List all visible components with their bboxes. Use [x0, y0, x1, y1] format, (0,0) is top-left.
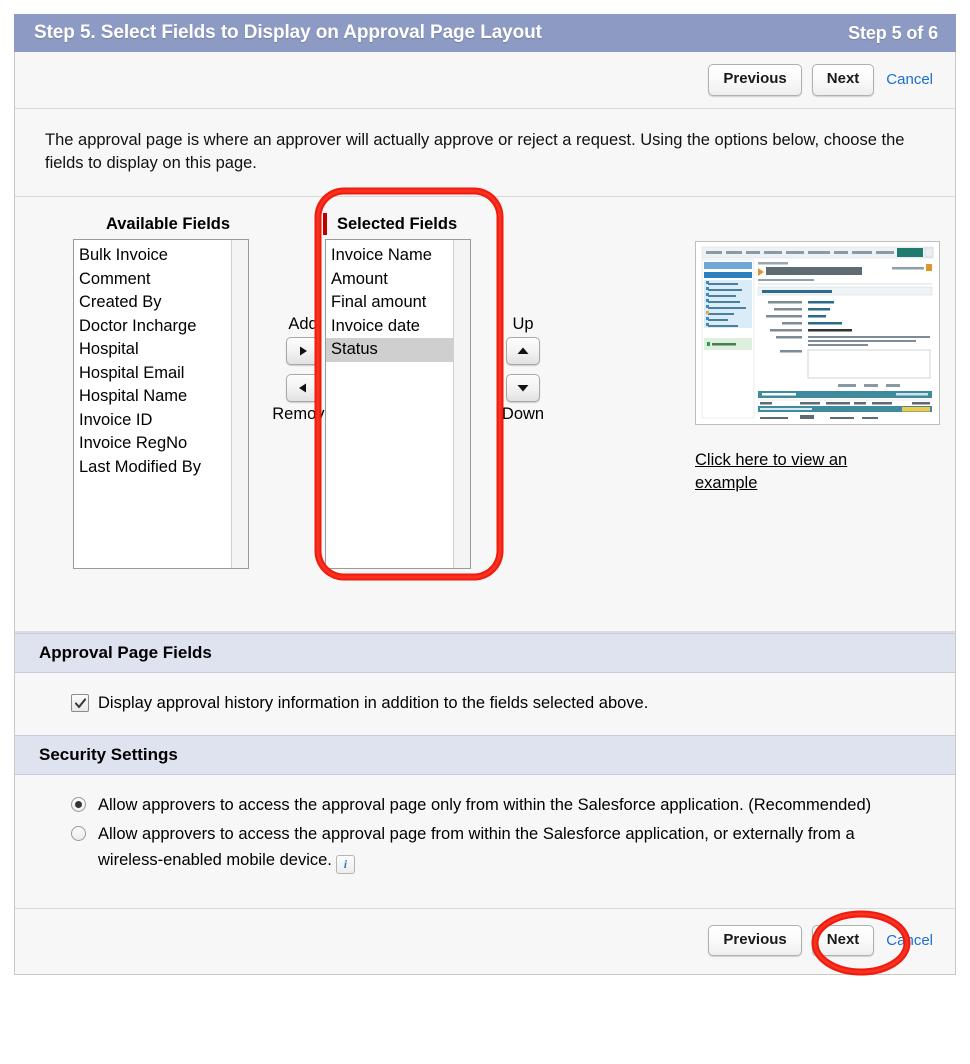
down-label: Down — [501, 405, 545, 424]
previous-button-top[interactable]: Previous — [708, 64, 802, 96]
display-history-checkbox[interactable] — [71, 694, 89, 713]
move-up-button[interactable] — [506, 337, 540, 366]
list-item[interactable]: Invoice RegNo — [74, 432, 248, 456]
selected-fields-listbox[interactable]: Invoice Name Amount Final amount Invoice… — [325, 239, 471, 570]
arrow-left-icon — [299, 383, 306, 393]
security-settings-section-title: Security Settings — [15, 734, 955, 775]
security-option-2-radio[interactable] — [71, 826, 86, 842]
security-option-2-text: Allow approvers to access the approval p… — [98, 825, 855, 870]
add-label: Add — [288, 315, 318, 334]
info-icon[interactable]: i — [335, 854, 355, 874]
page-title: Step 5. Select Fields to Display on Appr… — [34, 22, 542, 43]
step-counter: Step 5 of 6 — [848, 22, 938, 43]
up-label: Up — [512, 315, 534, 334]
security-option-1-radio[interactable] — [71, 796, 86, 812]
up-down-controls: Up Down — [483, 315, 563, 424]
security-option-1-row[interactable]: Allow approvers to access the approval p… — [71, 793, 915, 819]
radio-selected-dot — [75, 800, 82, 808]
example-page-preview-image — [696, 242, 939, 425]
selected-list-scrollbar[interactable] — [453, 240, 470, 569]
security-option-1-label: Allow approvers to access the approval p… — [98, 795, 872, 814]
display-history-checkbox-label: Display approval history information in … — [98, 694, 649, 713]
approval-page-fields-section-body: Display approval history information in … — [15, 673, 955, 735]
next-button-bottom[interactable]: Next — [811, 924, 875, 957]
remove-field-button[interactable] — [286, 374, 320, 403]
list-item[interactable]: Doctor Incharge — [74, 315, 248, 339]
required-field-marker — [323, 213, 327, 236]
arrow-right-icon — [300, 346, 307, 356]
next-button-top[interactable]: Next — [811, 64, 875, 96]
selected-fields-label: Selected Fields — [337, 214, 458, 233]
list-item[interactable]: Bulk Invoice — [74, 244, 248, 268]
list-item[interactable]: Amount — [326, 268, 470, 292]
list-item[interactable]: Hospital — [74, 338, 248, 362]
approval-page-example-thumbnail — [695, 241, 940, 426]
wizard-panel: Previous Next Cancel The approval page i… — [14, 52, 956, 976]
display-history-checkbox-row[interactable]: Display approval history information in … — [71, 691, 955, 717]
list-item-selected[interactable]: Status — [326, 338, 470, 362]
checkmark-icon — [74, 698, 86, 708]
cancel-link-bottom[interactable]: Cancel — [884, 928, 935, 953]
list-item[interactable]: Invoice ID — [74, 409, 248, 433]
list-item[interactable]: Invoice Name — [326, 244, 470, 268]
top-button-row: Previous Next Cancel — [15, 52, 955, 108]
list-item[interactable]: Invoice date — [326, 315, 470, 339]
security-option-2-label: Allow approvers to access the approval p… — [98, 822, 915, 874]
list-item[interactable]: Comment — [74, 268, 248, 292]
list-item[interactable]: Final amount — [326, 291, 470, 315]
list-item[interactable]: Hospital Email — [74, 362, 248, 386]
arrow-down-icon — [517, 385, 529, 392]
arrow-up-icon — [517, 347, 529, 355]
available-fields-label: Available Fields — [105, 215, 231, 234]
add-field-button[interactable] — [286, 337, 320, 366]
selected-fields-heading: Selected Fields — [323, 213, 458, 236]
approval-page-fields-section-title: Approval Page Fields — [15, 633, 955, 674]
list-item[interactable]: Last Modified By — [74, 456, 248, 480]
cancel-link-top[interactable]: Cancel — [884, 67, 935, 92]
available-fields-list: Bulk Invoice Comment Created By Doctor I… — [74, 240, 248, 479]
available-list-scrollbar[interactable] — [231, 240, 248, 569]
page-description: The approval page is where an approver w… — [15, 108, 955, 197]
list-item[interactable]: Hospital Name — [74, 385, 248, 409]
move-down-button[interactable] — [506, 374, 540, 403]
approval-wizard-page: Step 5. Select Fields to Display on Appr… — [0, 0, 970, 1064]
field-picker-area: Available Fields Selected Fields Bulk In… — [15, 187, 955, 632]
selected-fields-list: Invoice Name Amount Final amount Invoice… — [326, 240, 470, 362]
previous-button-bottom[interactable]: Previous — [708, 924, 802, 957]
bottom-button-row: Previous Next Cancel — [15, 908, 955, 976]
wizard-title-bar: Step 5. Select Fields to Display on Appr… — [14, 14, 956, 52]
view-example-link[interactable]: Click here to view an example — [695, 449, 895, 494]
security-settings-section-body: Allow approvers to access the approval p… — [15, 774, 955, 908]
list-item[interactable]: Created By — [74, 291, 248, 315]
available-fields-listbox[interactable]: Bulk Invoice Comment Created By Doctor I… — [73, 239, 249, 570]
security-option-2-row[interactable]: Allow approvers to access the approval p… — [71, 822, 915, 874]
